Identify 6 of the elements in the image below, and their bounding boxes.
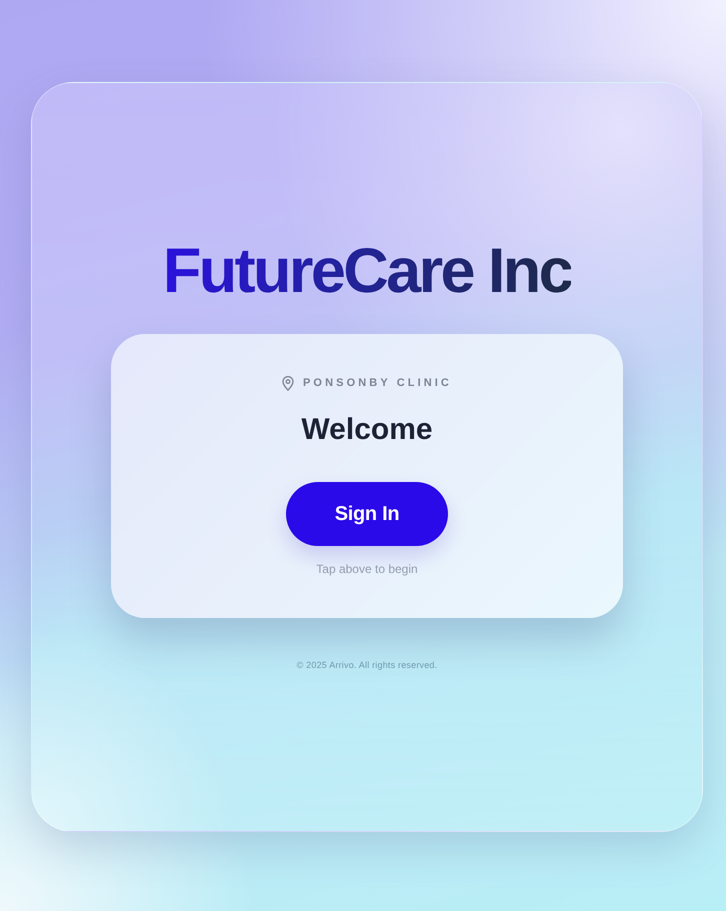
- copyright-text: © 2025 Arrivo. All rights reserved.: [296, 659, 438, 671]
- welcome-heading: Welcome: [301, 412, 433, 448]
- clinic-name: PONSONBY CLINIC: [303, 376, 452, 391]
- sign-in-button[interactable]: Sign In: [286, 482, 448, 546]
- map-pin-icon: [282, 376, 294, 390]
- hint-text: Tap above to begin: [316, 561, 418, 577]
